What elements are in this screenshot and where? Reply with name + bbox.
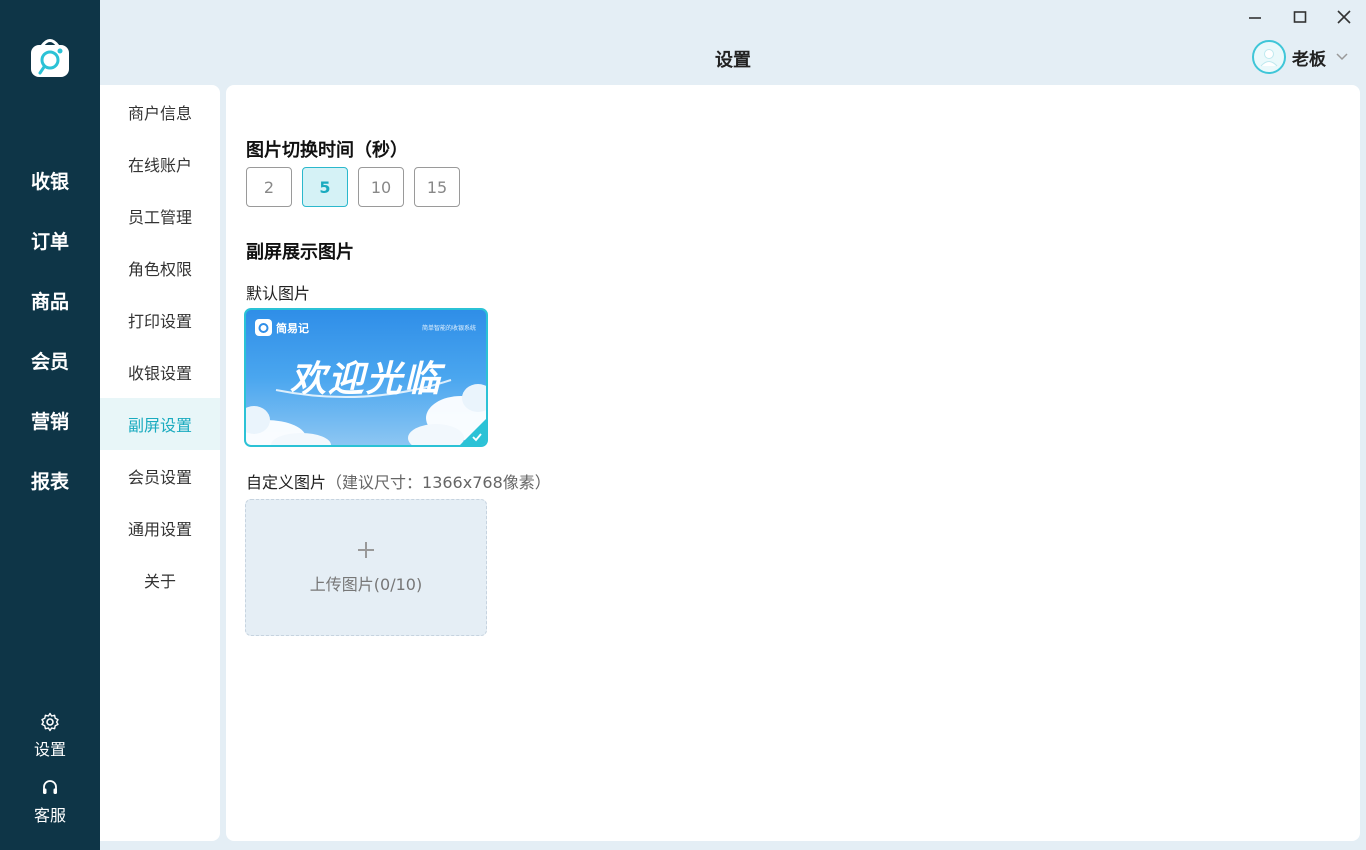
menu-item-member[interactable]: 会员设置: [100, 450, 220, 502]
upload-image-label: 上传图片(0/10): [309, 574, 423, 594]
switch-option-15[interactable]: 15: [414, 167, 460, 207]
maximize-button[interactable]: [1289, 6, 1311, 28]
nav-settings-label: 设置: [33, 740, 66, 759]
custom-image-label-text: 自定义图片: [246, 473, 327, 492]
plus-icon: [358, 541, 374, 558]
nav-orders[interactable]: 订单: [0, 210, 100, 270]
nav-settings[interactable]: 设置: [0, 712, 100, 760]
menu-item-print[interactable]: 打印设置: [100, 294, 220, 346]
minimize-button[interactable]: [1244, 6, 1266, 28]
nav-marketing[interactable]: 营销: [0, 390, 100, 450]
switch-time-options: 2 5 10 15: [246, 167, 460, 207]
nav-members[interactable]: 会员: [0, 330, 100, 390]
menu-item-secondary-screen[interactable]: 副屏设置: [100, 398, 220, 450]
switch-option-5[interactable]: 5: [302, 167, 348, 207]
menu-item-merchant-info[interactable]: 商户信息: [100, 86, 220, 138]
menu-item-about[interactable]: 关于: [100, 554, 220, 606]
chevron-down-icon: [1336, 53, 1348, 61]
switch-option-2[interactable]: 2: [246, 167, 292, 207]
menu-item-online-account[interactable]: 在线账户: [100, 138, 220, 190]
page-title: 设置: [715, 50, 751, 71]
maximize-icon: [1293, 11, 1307, 23]
close-icon: [1337, 10, 1351, 24]
user-icon: [1260, 49, 1278, 67]
nav-cashier[interactable]: 收银: [0, 150, 100, 210]
display-image-title: 副屏展示图片: [246, 242, 354, 263]
nav-support-label: 客服: [33, 806, 66, 825]
check-icon: [472, 433, 482, 442]
gear-icon: [41, 712, 59, 732]
user-name: 老板: [1292, 49, 1326, 70]
menu-item-general[interactable]: 通用设置: [100, 502, 220, 554]
custom-image-label: 自定义图片（建议尺寸：1366x768像素）: [246, 469, 551, 493]
welcome-text: 欢迎光临: [289, 358, 442, 400]
switch-option-10[interactable]: 10: [358, 167, 404, 207]
default-image-label: 默认图片: [246, 284, 311, 303]
menu-item-staff[interactable]: 员工管理: [100, 190, 220, 242]
settings-panel: 图片切换时间（秒） 2 5 10 15 副屏展示图片 默认图片 简易记 简单智能…: [226, 85, 1360, 841]
nav-reports[interactable]: 报表: [0, 450, 100, 510]
nav-products[interactable]: 商品: [0, 270, 100, 330]
menu-item-cashier[interactable]: 收银设置: [100, 346, 220, 398]
main-nav: 收银 订单 商品 会员 营销 报表: [0, 150, 100, 510]
main-sidebar: 收银 订单 商品 会员 营销 报表 设置 客服: [0, 0, 100, 850]
app-logo: [31, 39, 69, 77]
brand-tagline: 简单智能的收银系统: [421, 325, 476, 332]
menu-item-roles[interactable]: 角色权限: [100, 242, 220, 294]
switch-time-title: 图片切换时间（秒）: [246, 140, 408, 161]
default-image-card[interactable]: 简易记 简单智能的收银系统 欢迎光临: [244, 308, 488, 447]
nav-support[interactable]: 客服: [0, 778, 100, 826]
custom-image-hint: （建议尺寸：1366x768像素）: [326, 473, 551, 492]
user-menu[interactable]: 老板: [1252, 40, 1348, 74]
upload-image-button[interactable]: 上传图片(0/10): [245, 499, 487, 636]
headset-icon: [43, 780, 57, 794]
title-bar: 设置 老板: [100, 0, 1366, 85]
avatar: [1252, 40, 1286, 74]
settings-menu: 商户信息 在线账户 员工管理 角色权限 打印设置 收银设置 副屏设置 会员设置 …: [100, 85, 220, 841]
brand-name: 简易记: [276, 322, 309, 335]
close-button[interactable]: [1333, 6, 1355, 28]
minimize-icon: [1249, 17, 1261, 19]
